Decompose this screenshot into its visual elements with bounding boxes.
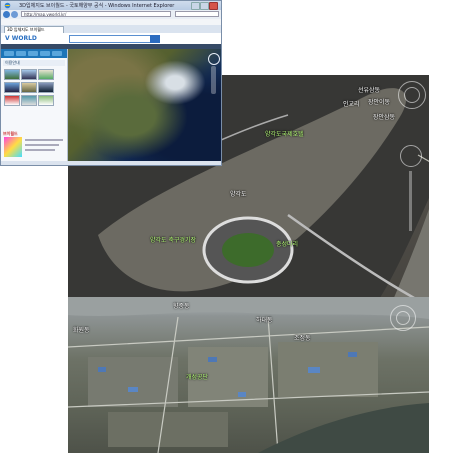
- satellite-map[interactable]: [68, 49, 221, 161]
- back-button[interactable]: [3, 11, 10, 18]
- panel-tab[interactable]: [52, 51, 62, 56]
- browser-window: 3D입체지도 브이월드 - 국토해양부 공식 - Windows Interne…: [0, 0, 222, 166]
- text-line: [25, 139, 63, 141]
- look-control[interactable]: [396, 311, 410, 325]
- vworld-logo[interactable]: V WORLD: [5, 35, 37, 42]
- left-panel: 이용안내 브이월드: [1, 49, 68, 161]
- thumbnail[interactable]: [21, 95, 37, 106]
- thumbnail[interactable]: [38, 82, 54, 93]
- move-control[interactable]: [400, 145, 422, 167]
- tab-vworld[interactable]: 3D 입체지도 브이월드: [4, 26, 64, 33]
- site-search-input[interactable]: [69, 35, 151, 43]
- map-label: 선유삼동: [358, 87, 381, 94]
- industrial-terrain: [68, 297, 429, 453]
- panel-tab[interactable]: [28, 51, 38, 56]
- panel-tab[interactable]: [4, 51, 14, 56]
- close-button[interactable]: [209, 2, 218, 10]
- thumbnail[interactable]: [21, 69, 37, 80]
- map-label: 향중동: [173, 303, 190, 310]
- thumbnail[interactable]: [4, 69, 20, 80]
- panel-tab[interactable]: [40, 51, 50, 56]
- panel-tabs: [1, 49, 67, 58]
- browser-search-input[interactable]: [175, 11, 219, 17]
- map-label: 장안이동: [368, 99, 391, 106]
- satellite-view-kaesong[interactable]: 향중동 하대동 화원동 조정동 개성공단: [68, 297, 429, 453]
- map-label-landmark: 양각도 축구경기장: [150, 237, 197, 244]
- text-line: [25, 144, 59, 146]
- maximize-button[interactable]: [200, 2, 209, 10]
- window-title: 3D입체지도 브이월드 - 국토해양부 공식 - Windows Interne…: [19, 3, 175, 9]
- site-search-button[interactable]: [150, 35, 160, 43]
- address-bar[interactable]: http://map.vworld.kr/: [21, 11, 171, 17]
- minimize-button[interactable]: [191, 2, 200, 10]
- forward-button[interactable]: [11, 11, 18, 18]
- thumbnail[interactable]: [21, 82, 37, 93]
- map-label-landmark: 개성공단: [186, 374, 209, 381]
- navigation-bar: http://map.vworld.kr/: [1, 10, 221, 19]
- panel-header: 이용안내: [3, 60, 65, 66]
- thumbnail[interactable]: [38, 95, 54, 106]
- thumbnail[interactable]: [4, 95, 20, 106]
- map-label: 장안삼동: [373, 114, 396, 121]
- thumbnail[interactable]: [4, 82, 20, 93]
- thumbnail[interactable]: [38, 69, 54, 80]
- map-label: 조정동: [294, 335, 311, 342]
- panel-tab[interactable]: [16, 51, 26, 56]
- text-line: [25, 149, 55, 151]
- map-navigation-control[interactable]: [208, 53, 220, 65]
- title-bar: 3D입체지도 브이월드 - 국토해양부 공식 - Windows Interne…: [1, 1, 221, 10]
- status-bar: [1, 161, 221, 165]
- map-label: 하대동: [256, 317, 273, 324]
- zoom-slider[interactable]: [211, 66, 216, 94]
- map-label-landmark: 양각도국제호텔: [265, 131, 304, 138]
- map-label: 인교리: [343, 101, 360, 108]
- ie-icon: [4, 2, 11, 9]
- map-label: 화원동: [73, 327, 90, 334]
- map-label-landmark: 충성다리: [276, 241, 299, 248]
- promo-image[interactable]: [4, 137, 22, 157]
- look-control[interactable]: [404, 87, 420, 103]
- zoom-slider[interactable]: [409, 171, 412, 231]
- tab-strip: 3D 입체지도 브이월드: [1, 25, 221, 33]
- map-label: 양각도: [230, 191, 247, 198]
